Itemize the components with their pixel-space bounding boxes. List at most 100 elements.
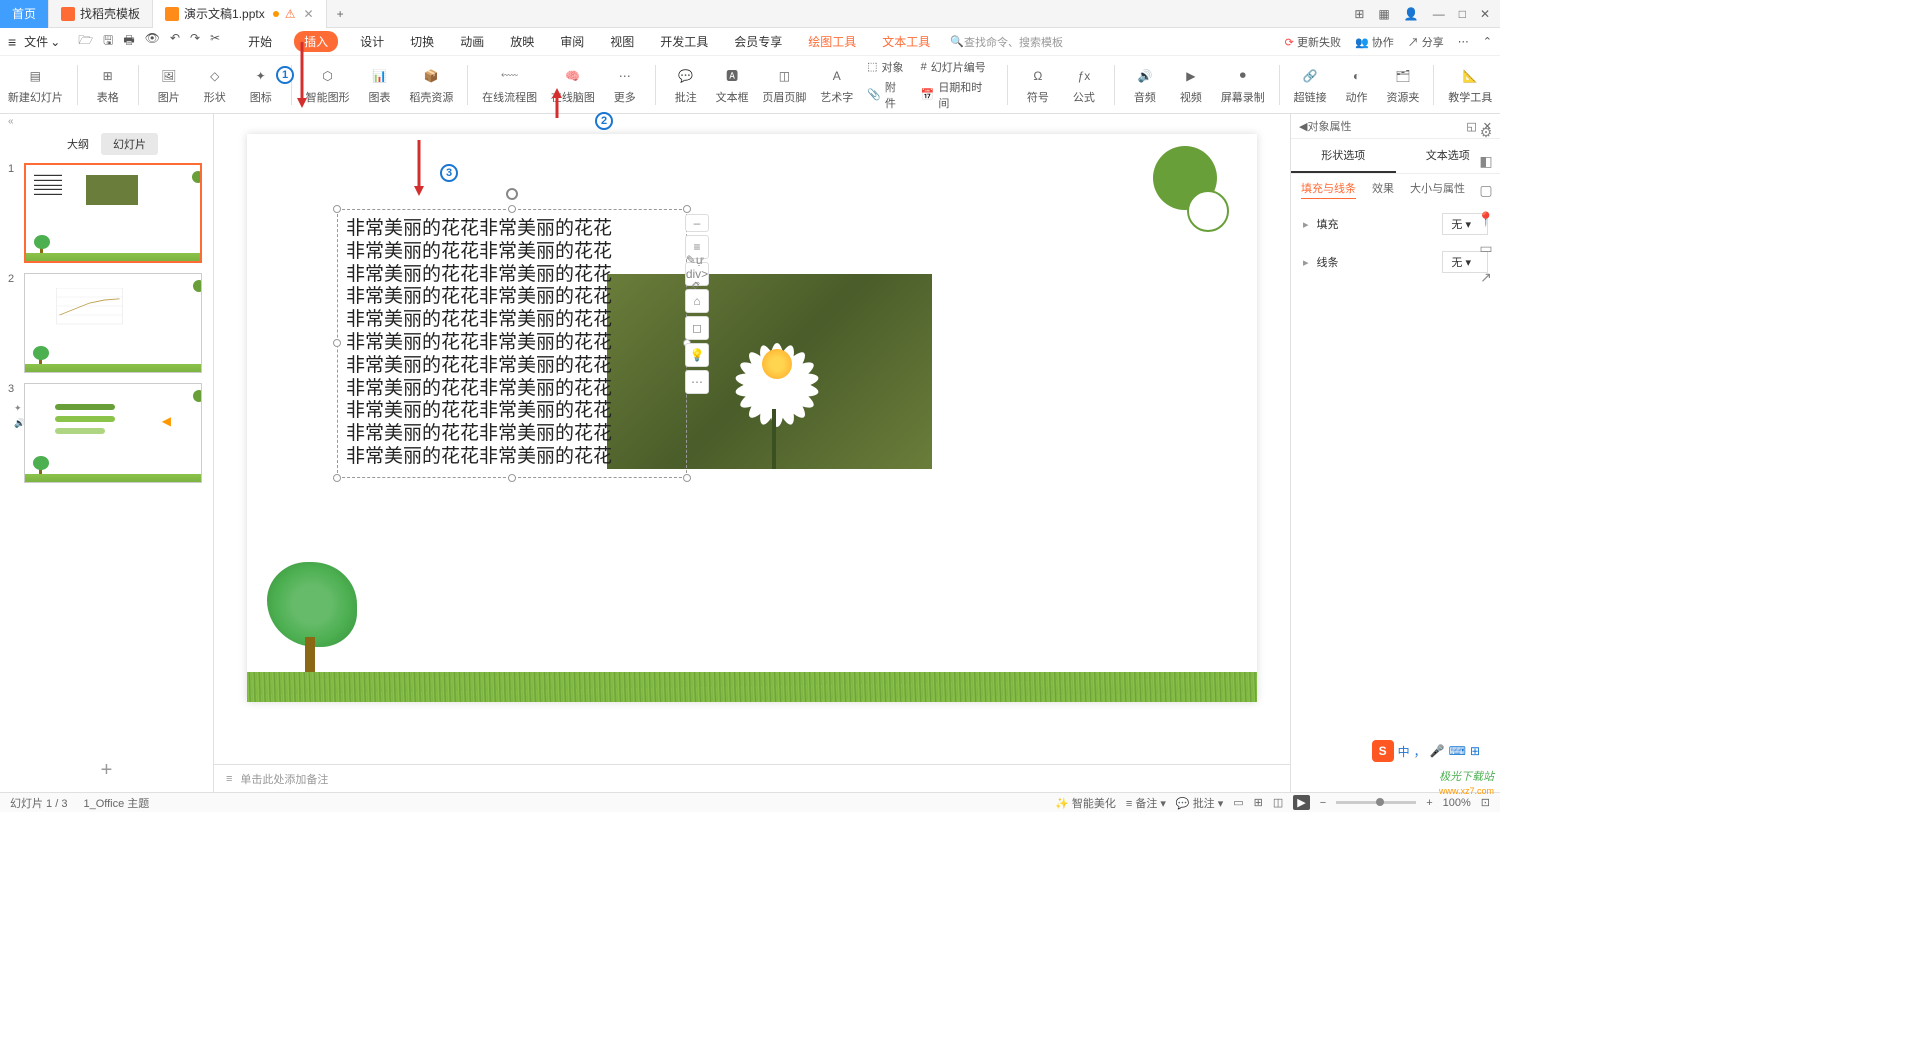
tab-drawtools[interactable]: 绘图工具 [804, 31, 860, 52]
ime-punct-icon[interactable]: ， [1414, 743, 1426, 760]
view-reading-icon[interactable]: ◫ [1273, 796, 1283, 809]
bulb-tool-icon[interactable]: 💡 [685, 343, 709, 367]
textbox-button[interactable]: 🅰文本框 [716, 65, 749, 105]
tab-texttools[interactable]: 文本工具 [878, 31, 934, 52]
resize-handle[interactable] [508, 205, 516, 213]
thumbnail-1[interactable]: ▬▬▬▬▬▬▬▬▬▬▬▬▬▬▬▬▬▬▬▬▬▬▬▬▬▬▬▬▬▬▬▬▬▬▬ [24, 163, 202, 263]
zoom-in-icon[interactable]: + [1426, 797, 1432, 809]
size-props-subtab[interactable]: 大小与属性 [1410, 180, 1465, 199]
datetime-button[interactable]: 📅 日期和时间 [921, 79, 993, 111]
symbol-button[interactable]: Ω符号 [1022, 65, 1054, 105]
collapse-ribbon-icon[interactable]: ⌃ [1483, 35, 1492, 48]
thumbnail-2[interactable] [24, 273, 202, 373]
resize-handle[interactable] [333, 205, 341, 213]
coop-button[interactable]: 👥 协作 [1355, 34, 1394, 50]
close-icon[interactable]: ✕ [304, 7, 314, 21]
wordart-button[interactable]: A艺术字 [820, 65, 853, 105]
tab-devtools[interactable]: 开发工具 [656, 31, 712, 52]
slidenum-button[interactable]: # 幻灯片编号 [921, 59, 993, 75]
more-tool-icon[interactable]: ⋯ [685, 370, 709, 394]
minimize-button[interactable]: — [1433, 7, 1445, 21]
tab-review[interactable]: 审阅 [556, 31, 588, 52]
layout-icon[interactable]: ⊞ [1354, 7, 1364, 21]
collapse-panel-icon[interactable]: « [0, 114, 213, 129]
text-content[interactable]: 非常美丽的花花非常美丽的花花非常美丽的花花非常美丽的花花非常美丽的花花非常美丽的… [346, 218, 678, 469]
audio-button[interactable]: 🔊音频 [1129, 65, 1161, 105]
open-icon[interactable]: 🗁 [78, 31, 93, 52]
shape-options-tab[interactable]: 形状选项 [1291, 139, 1396, 173]
teaching-button[interactable]: 📐教学工具 [1448, 65, 1492, 105]
tab-design[interactable]: 设计 [356, 31, 388, 52]
resize-handle[interactable] [333, 474, 341, 482]
ime-mic-icon[interactable]: 🎤 [1430, 744, 1445, 758]
smartart-button[interactable]: ⬡智能图形 [306, 65, 350, 105]
tab-document[interactable]: 演示文稿1.pptx⚠✕ [153, 0, 327, 28]
tab-transition[interactable]: 切换 [406, 31, 438, 52]
tab-slideshow[interactable]: 放映 [506, 31, 538, 52]
resize-handle[interactable] [508, 474, 516, 482]
shape-button[interactable]: ◇形状 [199, 65, 231, 105]
tab-animation[interactable]: 动画 [456, 31, 488, 52]
view-sorter-icon[interactable]: ⊞ [1254, 796, 1263, 809]
notes-bar[interactable]: ≡ 单击此处添加备注 [214, 764, 1290, 792]
selected-textbox[interactable]: 非常美丽的花花非常美丽的花花非常美丽的花花非常美丽的花花非常美丽的花花非常美丽的… [337, 209, 687, 478]
tab-member[interactable]: 会员专享 [730, 31, 786, 52]
effects-subtab[interactable]: 效果 [1372, 180, 1394, 199]
settings-side-icon[interactable]: ⚙ [1480, 124, 1493, 141]
image-button[interactable]: 🖼图片 [153, 65, 185, 105]
hamburger-icon[interactable]: ≡ [8, 34, 16, 50]
header-footer-button[interactable]: ◫页眉页脚 [763, 65, 807, 105]
ime-lang[interactable]: 中 [1398, 743, 1410, 760]
comments-button[interactable]: 💬 批注 ▾ [1176, 795, 1223, 811]
comment-button[interactable]: 💬批注 [670, 65, 702, 105]
export-side-icon[interactable]: ↗ [1480, 269, 1492, 286]
view-slideshow-icon[interactable]: ▶ [1293, 795, 1309, 810]
screenrec-button[interactable]: ⏺屏幕录制 [1221, 65, 1265, 105]
undo-icon[interactable]: ↶ [170, 31, 180, 52]
collapse-tool-icon[interactable]: – [685, 214, 709, 232]
expand-line-icon[interactable]: ▸ [1303, 256, 1309, 269]
shape-side-icon[interactable]: ▢ [1479, 182, 1492, 199]
outline-tab[interactable]: 大纲 [55, 133, 101, 155]
user-avatar-icon[interactable]: 👤 [1404, 7, 1419, 21]
cut-icon[interactable]: ✂ [210, 31, 220, 52]
slide-side-icon[interactable]: ▭ [1479, 240, 1492, 257]
panel-collapse-icon[interactable]: ◀ [1299, 120, 1307, 133]
dk-resource-button[interactable]: 📦稻壳资源 [409, 65, 453, 105]
redo-icon[interactable]: ↷ [190, 31, 200, 52]
zoom-out-icon[interactable]: − [1320, 797, 1326, 809]
search-box[interactable]: 🔍 查找命令、搜索模板 [950, 34, 1063, 50]
tab-home[interactable]: 首页 [0, 0, 49, 28]
new-tab-button[interactable]: + [327, 7, 354, 21]
more-button[interactable]: ⋯更多 [609, 65, 641, 105]
close-window-button[interactable]: ✕ [1480, 7, 1490, 21]
icon-button[interactable]: ✦图标 [245, 65, 277, 105]
mindmap-button[interactable]: 🧠在线脑图 [551, 65, 595, 105]
view-normal-icon[interactable]: ▭ [1233, 796, 1243, 809]
fit-icon[interactable]: ⊡ [1481, 796, 1490, 809]
update-fail[interactable]: ⟳ 更新失败 [1285, 34, 1341, 50]
save-icon[interactable]: 🖫 [103, 31, 113, 52]
add-slide-button[interactable]: + [0, 749, 213, 792]
resource-button[interactable]: 🗂资源夹 [1387, 65, 1420, 105]
attach-button[interactable]: 📎 附件 [867, 79, 906, 111]
resize-handle[interactable] [333, 339, 341, 347]
video-button[interactable]: ▶视频 [1175, 65, 1207, 105]
home-tool-icon[interactable]: ⌂ [685, 289, 709, 313]
frame-tool-icon[interactable]: ◻ [685, 316, 709, 340]
chart-button[interactable]: 📊图表 [363, 65, 395, 105]
pen-tool-icon[interactable]: ✎ự div>🖊 [685, 262, 709, 286]
print-icon[interactable]: 🖶 [123, 31, 134, 52]
tab-view[interactable]: 视图 [606, 31, 638, 52]
table-button[interactable]: ⊞表格 [92, 65, 124, 105]
grid-icon[interactable]: ▦ [1378, 7, 1389, 21]
more-icon[interactable]: ⋯ [1458, 35, 1469, 48]
slide-canvas[interactable]: 非常美丽的花花非常美丽的花花非常美丽的花花非常美丽的花花非常美丽的花花非常美丽的… [247, 134, 1257, 702]
zoom-value[interactable]: 100% [1443, 797, 1471, 809]
tab-insert[interactable]: 插入 [294, 31, 338, 52]
maximize-button[interactable]: □ [1459, 7, 1466, 21]
location-side-icon[interactable]: 📍 [1477, 211, 1494, 228]
rotate-handle-icon[interactable] [506, 188, 518, 200]
ime-keyboard-icon[interactable]: ⌨ [1449, 744, 1466, 758]
flowchart-button[interactable]: ⬳在线流程图 [482, 65, 537, 105]
